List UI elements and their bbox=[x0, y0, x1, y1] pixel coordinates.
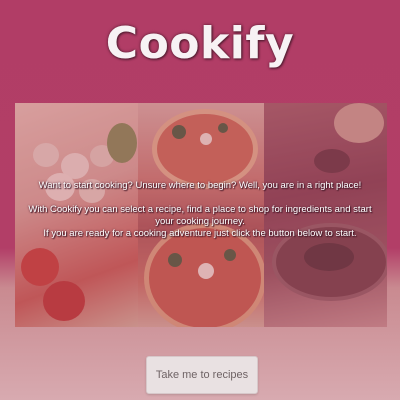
intro-line-2: With Cookify you can select a recipe, fi… bbox=[28, 204, 372, 227]
intro-line-3: If you are ready for a cooking adventure… bbox=[43, 228, 357, 239]
intro-line-1: Want to start cooking? Unsure where to b… bbox=[38, 180, 362, 191]
page-title: Cookify bbox=[105, 18, 295, 69]
intro-text: Want to start cooking? Unsure where to b… bbox=[20, 180, 380, 240]
take-me-to-recipes-button[interactable]: Take me to recipes bbox=[146, 356, 258, 394]
